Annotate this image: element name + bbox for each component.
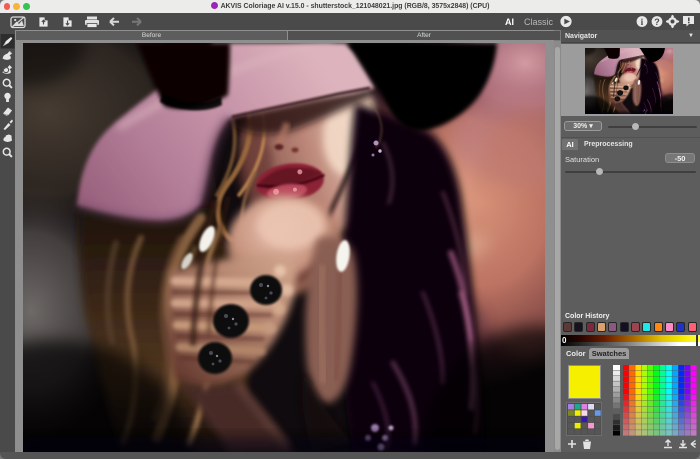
svg-text:i: i: [641, 18, 644, 28]
svg-text:AI: AI: [505, 17, 514, 27]
svg-text:Classic: Classic: [524, 17, 554, 27]
svg-text:?: ?: [654, 17, 660, 27]
